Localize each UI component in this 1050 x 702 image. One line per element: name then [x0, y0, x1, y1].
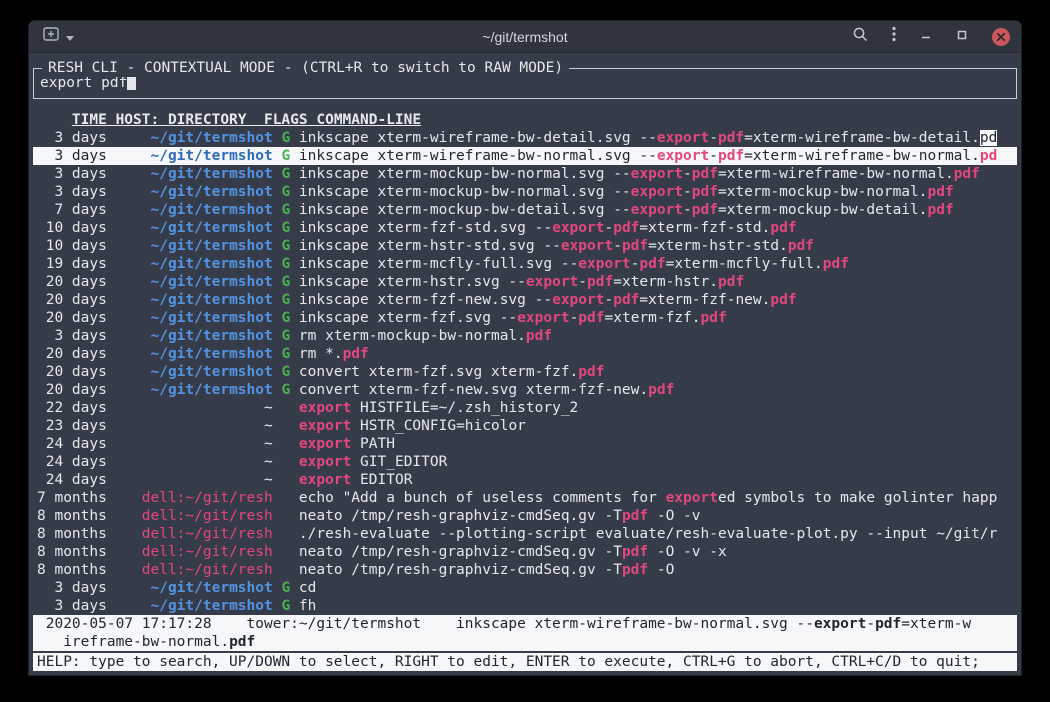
- history-row[interactable]: 20 days ~/git/termshot G inkscape xterm-…: [33, 309, 1017, 327]
- close-icon: [997, 28, 1005, 46]
- history-row[interactable]: 8 months dell:~/git/resh neato /tmp/resh…: [33, 507, 1017, 525]
- history-row[interactable]: 24 days ~ export PATH: [33, 435, 1017, 453]
- menu-button[interactable]: [892, 26, 896, 47]
- resh-search-box: RESH CLI - CONTEXTUAL MODE - (CTRL+R to …: [33, 68, 1017, 99]
- history-row[interactable]: 3 days ~/git/termshot G rm xterm-mockup-…: [33, 327, 1017, 345]
- new-tab-icon: [43, 27, 59, 46]
- search-icon: [852, 26, 868, 47]
- history-row[interactable]: 7 days ~/git/termshot G inkscape xterm-m…: [33, 201, 1017, 219]
- resh-mode-title: RESH CLI - CONTEXTUAL MODE - (CTRL+R to …: [42, 59, 569, 77]
- history-row[interactable]: 23 days ~ export HSTR_CONFIG=hicolor: [33, 417, 1017, 435]
- history-row-selected[interactable]: 3 days ~/git/termshot G inkscape xterm-w…: [33, 147, 1017, 165]
- history-row[interactable]: 20 days ~/git/termshot G inkscape xterm-…: [33, 273, 1017, 291]
- kebab-menu-icon: [892, 26, 896, 47]
- history-row[interactable]: 3 days ~/git/termshot G inkscape xterm-w…: [33, 129, 1017, 147]
- tab-dropdown-button[interactable]: [66, 28, 74, 46]
- history-row[interactable]: 3 days ~/git/termshot G cd: [33, 579, 1017, 597]
- history-header: TIME HOST: DIRECTORY FLAGS COMMAND-LINE: [33, 111, 1017, 129]
- history-row[interactable]: 8 months dell:~/git/resh neato /tmp/resh…: [33, 543, 1017, 561]
- history-row[interactable]: 7 months dell:~/git/resh echo "Add a bun…: [33, 489, 1017, 507]
- details-panel: 2020-05-07 17:17:28 tower:~/git/termshot…: [33, 615, 1017, 651]
- history-row[interactable]: 20 days ~/git/termshot G inkscape xterm-…: [33, 291, 1017, 309]
- restore-icon: [956, 28, 968, 46]
- terminal-content: RESH CLI - CONTEXTUAL MODE - (CTRL+R to …: [29, 53, 1021, 675]
- history-row[interactable]: 19 days ~/git/termshot G inkscape xterm-…: [33, 255, 1017, 273]
- close-button[interactable]: [992, 28, 1010, 46]
- search-query-text: export pdf: [40, 75, 127, 91]
- history-row[interactable]: 22 days ~ export HISTFILE=~/.zsh_history…: [33, 399, 1017, 417]
- history-row[interactable]: 24 days ~ export GIT_EDITOR: [33, 453, 1017, 471]
- history-row[interactable]: 20 days ~/git/termshot G rm *.pdf: [33, 345, 1017, 363]
- minimize-icon: [920, 28, 932, 46]
- history-row[interactable]: 8 months dell:~/git/resh ./resh-evaluate…: [33, 525, 1017, 543]
- history-row[interactable]: 8 months dell:~/git/resh neato /tmp/resh…: [33, 561, 1017, 579]
- history-row[interactable]: 24 days ~ export EDITOR: [33, 471, 1017, 489]
- terminal-window: ~/git/termshot: [28, 20, 1022, 676]
- minimize-button[interactable]: [920, 28, 932, 46]
- history-row[interactable]: 3 days ~/git/termshot G inkscape xterm-m…: [33, 165, 1017, 183]
- caret-down-icon: [66, 28, 74, 46]
- new-tab-button[interactable]: [43, 27, 59, 46]
- history-row[interactable]: 3 days ~/git/termshot G inkscape xterm-m…: [33, 183, 1017, 201]
- search-button[interactable]: [852, 26, 868, 47]
- history-row[interactable]: 20 days ~/git/termshot G convert xterm-f…: [33, 381, 1017, 399]
- window-titlebar: ~/git/termshot: [29, 21, 1021, 53]
- help-bar: HELP: type to search, UP/DOWN to select,…: [33, 653, 1017, 671]
- history-list: 3 days ~/git/termshot G inkscape xterm-w…: [33, 129, 1017, 615]
- details-line: ireframe-bw-normal.pdf: [37, 633, 1013, 651]
- history-row[interactable]: 20 days ~/git/termshot G convert xterm-f…: [33, 363, 1017, 381]
- history-row[interactable]: 10 days ~/git/termshot G inkscape xterm-…: [33, 219, 1017, 237]
- history-row[interactable]: 3 days ~/git/termshot G fh: [33, 597, 1017, 615]
- history-row[interactable]: 10 days ~/git/termshot G inkscape xterm-…: [33, 237, 1017, 255]
- restore-button[interactable]: [956, 28, 968, 46]
- details-line: 2020-05-07 17:17:28 tower:~/git/termshot…: [37, 615, 1013, 633]
